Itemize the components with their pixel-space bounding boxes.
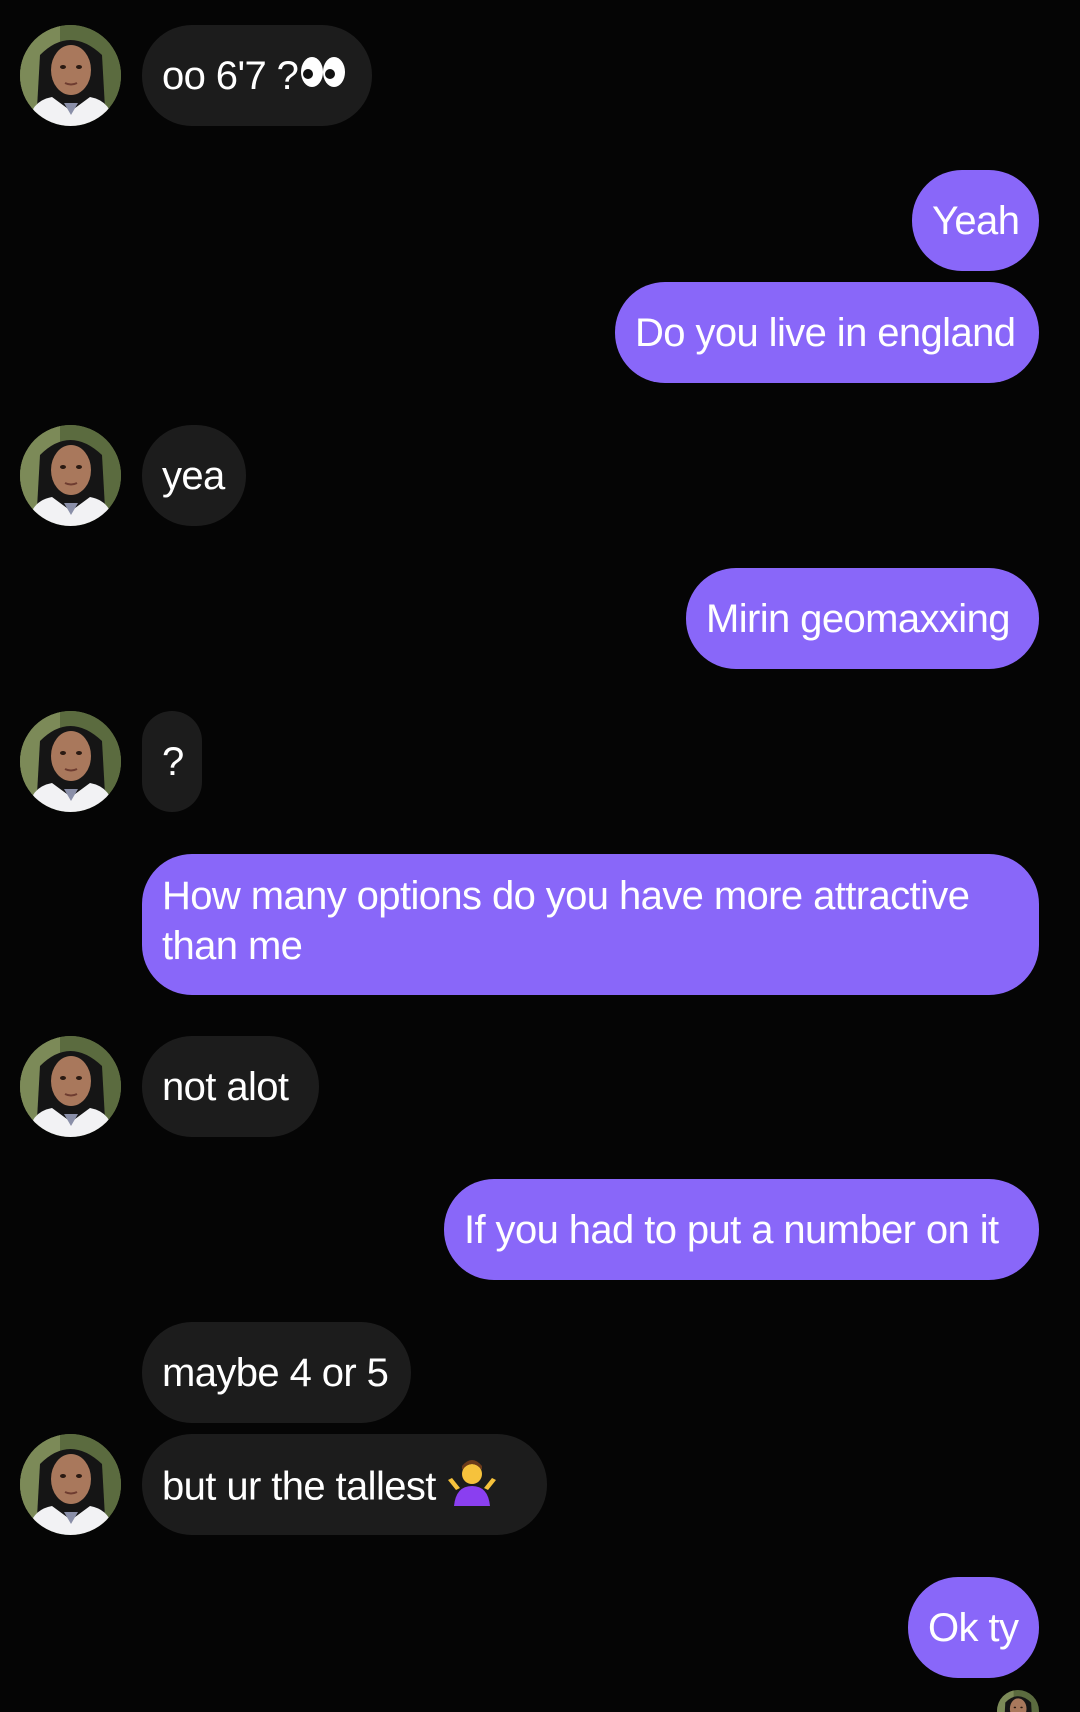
message-row: but ur the tallest bbox=[0, 1434, 1080, 1535]
message-row: How many options do you have more attrac… bbox=[0, 854, 1080, 995]
message-text: yea bbox=[162, 454, 225, 498]
incoming-message-bubble[interactable]: not alot bbox=[142, 1036, 319, 1137]
message-text: If you had to put a number on it bbox=[464, 1208, 999, 1252]
message-text: Yeah bbox=[932, 199, 1020, 243]
avatar[interactable] bbox=[20, 425, 121, 526]
avatar[interactable] bbox=[20, 1434, 121, 1535]
message-text: Do you live in england bbox=[635, 311, 1016, 355]
message-text: Ok ty bbox=[928, 1606, 1019, 1650]
eyes-emoji-icon bbox=[298, 52, 348, 104]
message-text: but ur the tallest bbox=[162, 1464, 436, 1509]
message-text: maybe 4 or 5 bbox=[162, 1351, 389, 1395]
message-row: Mirin geomaxxing bbox=[0, 568, 1080, 669]
incoming-message-bubble[interactable]: but ur the tallest bbox=[142, 1434, 547, 1535]
message-text: not alot bbox=[162, 1065, 289, 1109]
incoming-message-bubble[interactable]: ? bbox=[142, 711, 202, 812]
outgoing-message-bubble[interactable]: Yeah bbox=[912, 170, 1039, 271]
message-row: Ok ty bbox=[0, 1577, 1080, 1678]
message-row: If you had to put a number on it bbox=[0, 1179, 1080, 1280]
outgoing-message-bubble[interactable]: Ok ty bbox=[908, 1577, 1039, 1678]
message-text: How many options do you have more attrac… bbox=[162, 874, 970, 968]
outgoing-message-bubble[interactable]: If you had to put a number on it bbox=[444, 1179, 1039, 1280]
avatar[interactable] bbox=[20, 711, 121, 812]
message-row: Yeah bbox=[0, 170, 1080, 271]
outgoing-message-bubble[interactable]: Do you live in england bbox=[615, 282, 1039, 383]
avatar[interactable] bbox=[20, 1036, 121, 1137]
message-row: maybe 4 or 5 bbox=[0, 1322, 1080, 1423]
message-text: oo 6'7 ? bbox=[162, 54, 299, 98]
message-row: not alot bbox=[0, 1036, 1080, 1137]
read-receipt-avatar bbox=[997, 1690, 1039, 1712]
message-row: Do you live in england bbox=[0, 282, 1080, 383]
avatar[interactable] bbox=[20, 25, 121, 126]
message-text: ? bbox=[162, 740, 184, 784]
incoming-message-bubble[interactable]: yea bbox=[142, 425, 246, 526]
incoming-message-bubble[interactable]: oo 6'7 ? bbox=[142, 25, 372, 126]
message-row: ? bbox=[0, 711, 1080, 812]
outgoing-message-bubble[interactable]: Mirin geomaxxing bbox=[686, 568, 1039, 669]
message-text: Mirin geomaxxing bbox=[706, 597, 1010, 641]
message-row: oo 6'7 ? bbox=[0, 25, 1080, 126]
outgoing-message-bubble[interactable]: How many options do you have more attrac… bbox=[142, 854, 1039, 995]
message-row: yea bbox=[0, 425, 1080, 526]
person-shrugging-emoji-icon bbox=[446, 1460, 498, 1518]
incoming-message-bubble[interactable]: maybe 4 or 5 bbox=[142, 1322, 411, 1423]
